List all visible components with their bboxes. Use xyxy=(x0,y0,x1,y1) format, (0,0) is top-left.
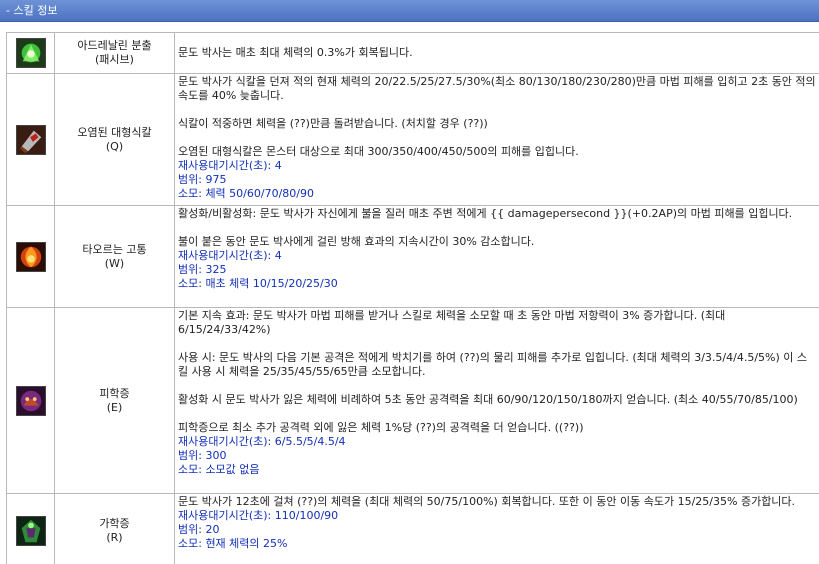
skill-name: 타오르는 고통 xyxy=(82,242,147,256)
skill-key: (패시브) xyxy=(95,53,134,66)
skill-row-passive: 아드레날린 분출 (패시브) 문도 박사는 매초 최대 체력의 0.3%가 회복… xyxy=(7,33,819,74)
skill-row-q: 오염된 대형식칼 (Q) 문도 박사가 식칼을 던져 적의 현재 체력의 20/… xyxy=(7,74,819,206)
skill-row-w: 타오르는 고통 (W) 활성화/비활성화: 문도 박사가 자신에게 불을 질러 … xyxy=(7,206,819,308)
skill-name-cell: 가학증 (R) xyxy=(55,494,175,564)
desc-line: 오염된 대형식칼은 몬스터 대상으로 최대 300/350/400/450/50… xyxy=(178,145,579,158)
desc-line: 문도 박사는 매초 최대 체력의 0.3%가 회복됩니다. xyxy=(178,46,413,59)
adrenaline-rush-icon xyxy=(15,38,46,68)
cleaver-icon xyxy=(15,124,46,155)
cost-stat: 소모: 체력 50/60/70/80/90 xyxy=(178,187,314,200)
skill-key: (W) xyxy=(104,256,125,270)
cost-stat: 소모: 현재 체력의 25% xyxy=(178,537,288,550)
skill-name-cell: 오염된 대형식칼 (Q) xyxy=(55,74,175,205)
skill-icon-cell xyxy=(7,206,55,307)
desc-line: 활성화 시 문도 박사가 잃은 체력에 비례하여 5초 동안 공격력을 최대 6… xyxy=(178,393,798,406)
skill-name-cell: 아드레날린 분출 (패시브) xyxy=(55,33,175,73)
sadism-icon xyxy=(15,516,46,546)
masochism-icon xyxy=(15,385,46,416)
range-stat: 범위: 300 xyxy=(178,449,227,462)
skill-key: (R) xyxy=(106,531,123,544)
cost-stat: 소모: 소모값 없음 xyxy=(178,463,260,476)
desc-line: 식칼이 적중하면 체력을 (??)만큼 돌려받습니다. (처치할 경우 (??)… xyxy=(178,117,488,130)
skill-name: 피학증 xyxy=(99,386,130,400)
desc-line: 피학증으로 최소 추가 공격력 외에 잃은 체력 1%당 (??)의 공격력을 … xyxy=(178,421,584,434)
desc-line: 문도 박사가 식칼을 던져 적의 현재 체력의 20/22.5/25/27.5/… xyxy=(178,75,819,102)
skill-name: 가학증 xyxy=(99,517,130,530)
cost-stat: 소모: 매초 체력 10/15/20/25/30 xyxy=(178,277,338,290)
skill-row-r: 가학증 (R) 문도 박사가 12초에 걸쳐 (??)의 체력을 (최대 체력의… xyxy=(7,494,819,564)
skill-description: 기본 지속 효과: 문도 박사가 마법 피해를 받거나 스킬로 체력을 소모할 … xyxy=(175,308,819,493)
skill-key: (Q) xyxy=(105,139,124,153)
cooldown-stat: 재사용대기시간(초): 4 xyxy=(178,159,282,172)
skill-name: 오염된 대형식칼 xyxy=(77,125,152,139)
desc-line: 불이 붙은 동안 문도 박사에게 걸린 방해 효과의 지속시간이 30% 감소합… xyxy=(178,235,535,248)
cooldown-stat: 재사용대기시간(초): 110/100/90 xyxy=(178,509,339,522)
cooldown-stat: 재사용대기시간(초): 4 xyxy=(178,249,282,262)
skill-name-cell: 타오르는 고통 (W) xyxy=(55,206,175,307)
skill-name-cell: 피학증 (E) xyxy=(55,308,175,493)
range-stat: 범위: 20 xyxy=(178,523,220,536)
skill-icon-cell xyxy=(7,308,55,493)
cooldown-stat: 재사용대기시간(초): 6/5.5/5/4.5/4 xyxy=(178,435,346,448)
skill-icon-cell xyxy=(7,33,55,73)
skill-description: 문도 박사는 매초 최대 체력의 0.3%가 회복됩니다. xyxy=(175,33,819,73)
burning-agony-icon xyxy=(15,241,46,272)
section-title: - 스킬 정보 xyxy=(6,4,58,17)
skill-description: 문도 박사가 식칼을 던져 적의 현재 체력의 20/22.5/25/27.5/… xyxy=(175,74,819,205)
range-stat: 범위: 325 xyxy=(178,263,227,276)
desc-line: 기본 지속 효과: 문도 박사가 마법 피해를 받거나 스킬로 체력을 소모할 … xyxy=(178,309,729,336)
desc-line: 사용 시: 문도 박사의 다음 기본 공격은 적에게 박치기를 하여 (??)의… xyxy=(178,351,808,378)
skill-icon-cell xyxy=(7,494,55,564)
skill-icon-cell xyxy=(7,74,55,205)
skill-row-e: 피학증 (E) 기본 지속 효과: 문도 박사가 마법 피해를 받거나 스킬로 … xyxy=(7,308,819,494)
skill-description: 활성화/비활성화: 문도 박사가 자신에게 불을 질러 매초 주변 적에게 {{… xyxy=(175,206,819,307)
range-stat: 범위: 975 xyxy=(178,173,227,186)
desc-line: 활성화/비활성화: 문도 박사가 자신에게 불을 질러 매초 주변 적에게 {{… xyxy=(178,207,793,220)
section-header: - 스킬 정보 xyxy=(0,0,819,22)
skill-key: (E) xyxy=(106,400,123,414)
skill-description: 문도 박사가 12초에 걸쳐 (??)의 체력을 (최대 체력의 50/75/1… xyxy=(175,494,819,564)
skill-name: 아드레날린 분출 xyxy=(77,39,152,52)
skill-table: 아드레날린 분출 (패시브) 문도 박사는 매초 최대 체력의 0.3%가 회복… xyxy=(6,32,819,564)
desc-line: 문도 박사가 12초에 걸쳐 (??)의 체력을 (최대 체력의 50/75/1… xyxy=(178,495,796,508)
